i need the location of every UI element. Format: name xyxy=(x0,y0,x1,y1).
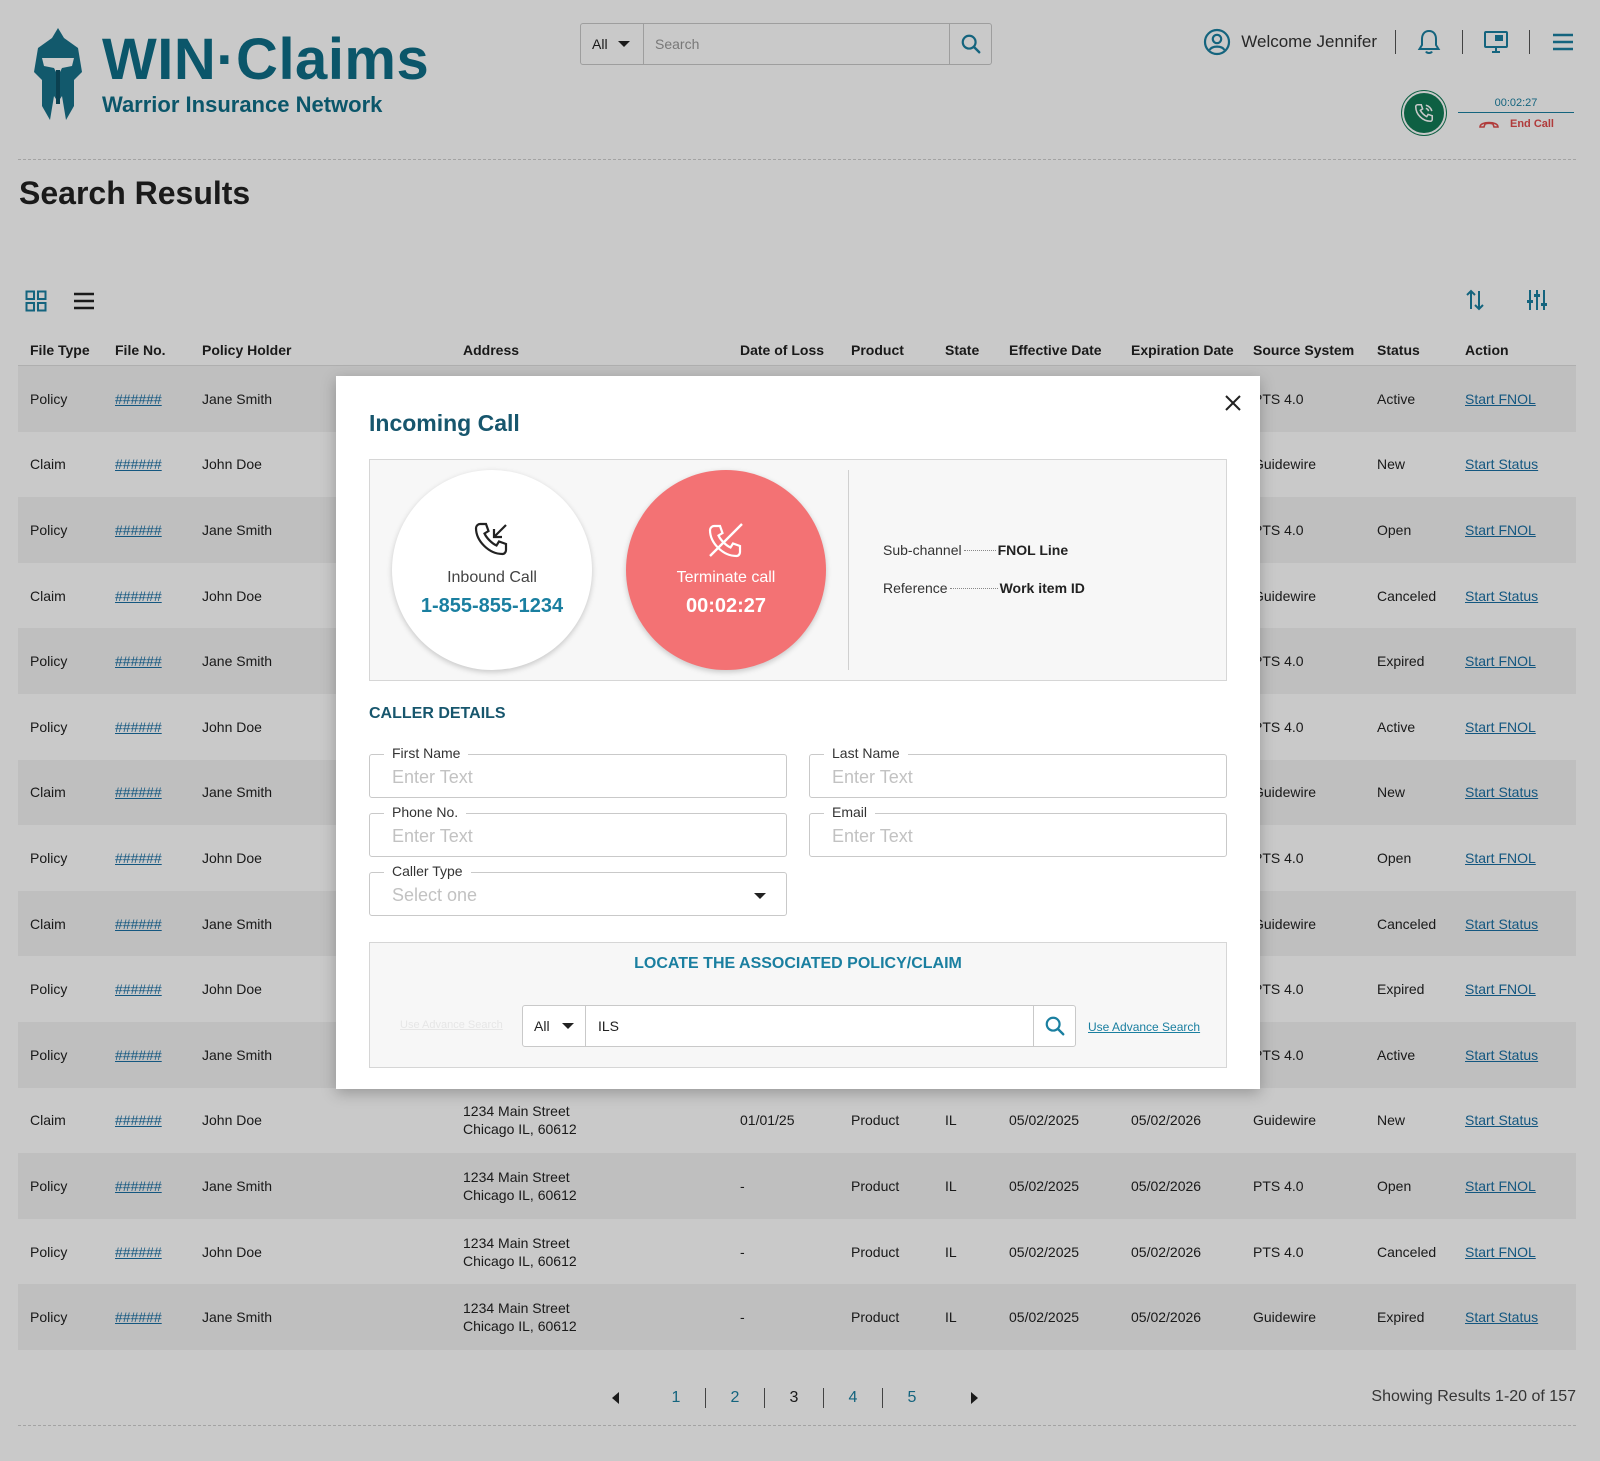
dotted-leader xyxy=(963,549,996,551)
close-button[interactable] xyxy=(1220,390,1246,416)
terminate-call-label: Terminate call xyxy=(676,569,776,586)
end-call-icon xyxy=(708,523,743,558)
caller-details-heading: CALLER DETAILS xyxy=(369,705,506,722)
dotted-leader xyxy=(949,587,998,589)
sub-channel-row: Sub-channel FNOL Line xyxy=(883,542,1068,558)
email-placeholder: Enter Text xyxy=(832,826,913,846)
last-name-placeholder: Enter Text xyxy=(832,767,913,787)
caller-type-select[interactable]: Caller Type Select one xyxy=(369,863,787,916)
locate-search: All ILS xyxy=(522,1005,1076,1047)
incoming-call-modal: Incoming Call Inbound Call 1-855-855-123… xyxy=(336,376,1260,1089)
locate-search-input[interactable]: ILS xyxy=(586,1006,1033,1046)
close-icon xyxy=(1225,395,1241,411)
search-icon xyxy=(1045,1016,1064,1036)
modal-title: Incoming Call xyxy=(369,410,520,436)
locate-policy-panel: LOCATE THE ASSOCIATED POLICY/CLAIM Use A… xyxy=(369,942,1227,1068)
inbound-call-indicator: Inbound Call 1-855-855-1234 xyxy=(392,470,592,670)
phone-placeholder: Enter Text xyxy=(392,826,473,846)
reference-label: Reference xyxy=(883,580,948,596)
advance-search-link[interactable]: Use Advance Search xyxy=(1088,1020,1200,1034)
terminate-call-timer: 00:02:27 xyxy=(685,595,767,617)
caller-type-placeholder: Select one xyxy=(392,885,478,905)
terminate-call-button[interactable]: Terminate call 00:02:27 xyxy=(626,470,826,670)
locate-search-button[interactable] xyxy=(1033,1006,1075,1046)
faded-advance-search-link: Use Advance Search xyxy=(400,1019,503,1031)
last-name-field[interactable]: Last Name Enter Text xyxy=(809,745,1227,798)
last-name-label: Last Name xyxy=(824,745,908,761)
locate-title: LOCATE THE ASSOCIATED POLICY/CLAIM xyxy=(634,955,962,972)
caller-phone-number: 1-855-855-1234 xyxy=(420,595,564,617)
call-panel: Inbound Call 1-855-855-1234 Terminate ca… xyxy=(369,459,1227,681)
first-name-placeholder: Enter Text xyxy=(392,767,473,787)
locate-scope-select[interactable]: All xyxy=(523,1006,586,1046)
caller-type-label: Caller Type xyxy=(384,863,471,879)
divider xyxy=(848,470,849,670)
inbound-call-icon xyxy=(474,522,508,556)
inbound-call-label: Inbound Call xyxy=(447,569,537,586)
locate-scope-value: All xyxy=(534,1018,550,1034)
email-field[interactable]: Email Enter Text xyxy=(809,804,1227,857)
first-name-label: First Name xyxy=(384,745,469,761)
email-label: Email xyxy=(824,804,876,820)
phone-field[interactable]: Phone No. Enter Text xyxy=(369,804,787,857)
first-name-field[interactable]: First Name Enter Text xyxy=(369,745,787,798)
chevron-down-icon xyxy=(561,1023,574,1029)
sub-channel-label: Sub-channel xyxy=(883,542,962,558)
phone-label: Phone No. xyxy=(384,804,467,820)
sub-channel-value: FNOL Line xyxy=(997,542,1069,558)
reference-value: Work item ID xyxy=(999,580,1085,596)
reference-row: Reference Work item ID xyxy=(883,580,1085,596)
chevron-down-icon xyxy=(754,893,766,899)
